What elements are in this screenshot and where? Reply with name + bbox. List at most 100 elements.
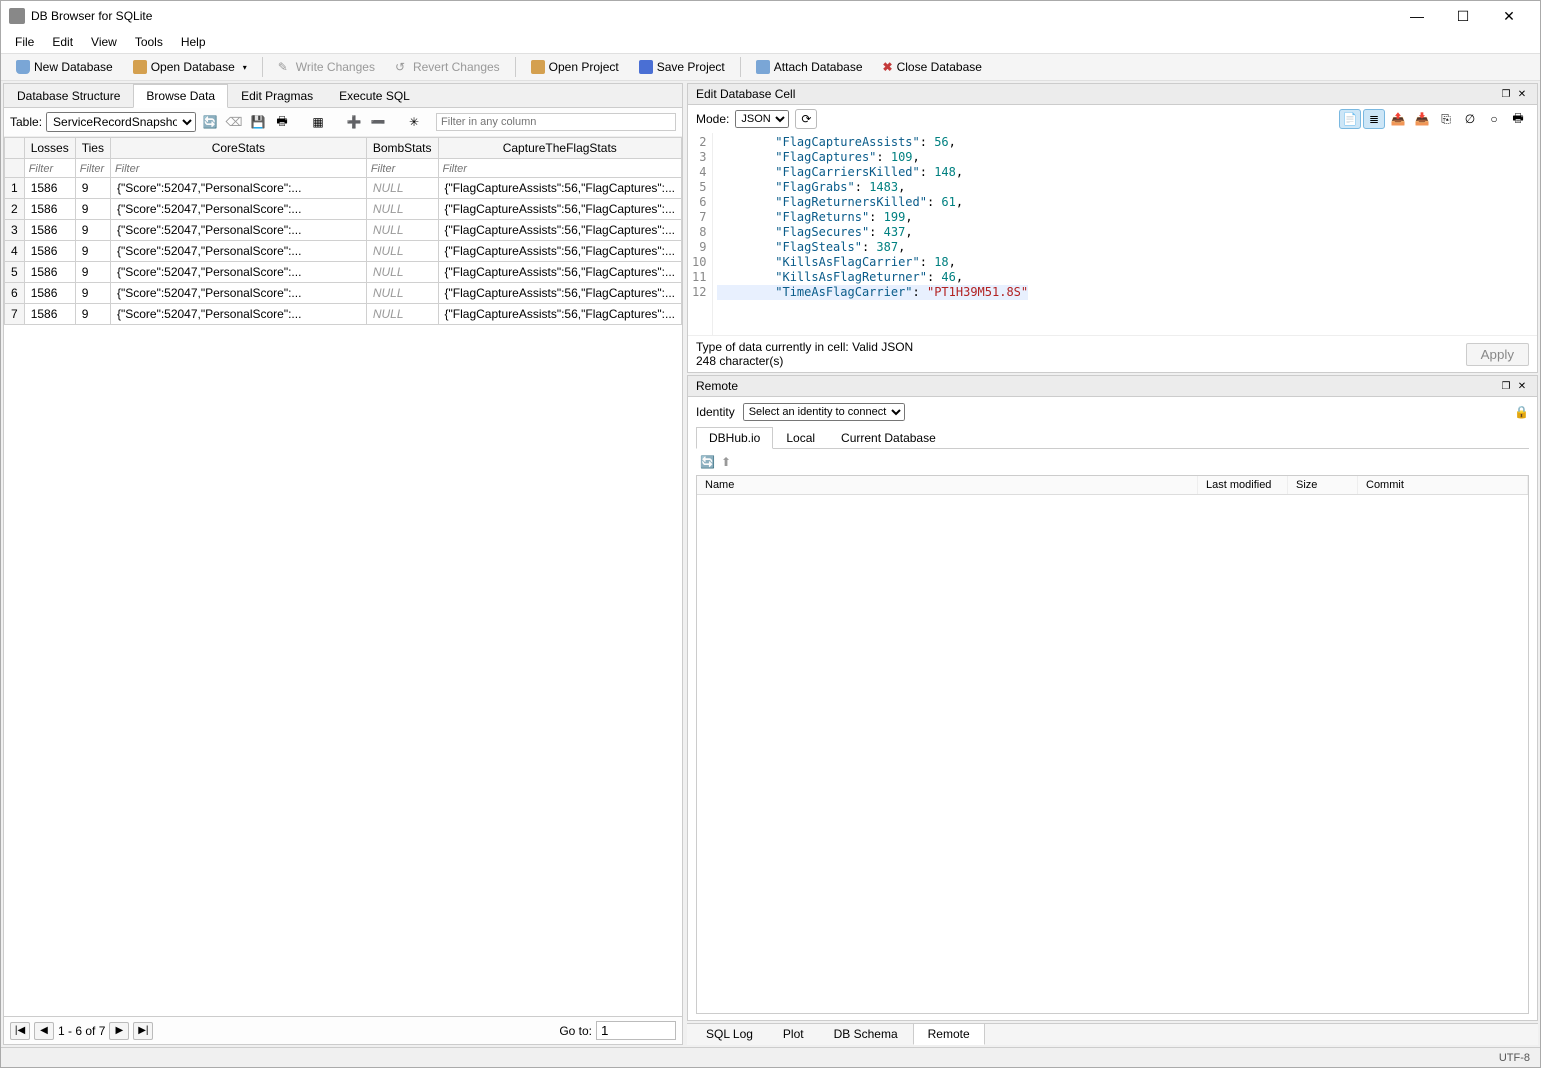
- revert-changes-button[interactable]: ↺Revert Changes: [386, 56, 509, 78]
- table-row[interactable]: 1 1586 9 {"Score":52047,"PersonalScore":…: [5, 178, 682, 199]
- column-display-button[interactable]: ▦: [308, 112, 328, 132]
- col-size[interactable]: Size: [1288, 476, 1358, 494]
- copy-button[interactable]: ⎘: [1435, 109, 1457, 129]
- write-changes-button[interactable]: ✎Write Changes: [269, 56, 384, 78]
- table-row[interactable]: 6 1586 9 {"Score":52047,"PersonalScore":…: [5, 283, 682, 304]
- close-panel-button[interactable]: ✕: [1515, 379, 1529, 393]
- menu-file[interactable]: File: [7, 33, 42, 51]
- mode-select[interactable]: JSON: [735, 110, 789, 128]
- float-panel-button[interactable]: ❐: [1499, 87, 1513, 101]
- certificate-icon[interactable]: 🔒: [1514, 405, 1529, 419]
- delete-record-button[interactable]: ➖: [368, 112, 388, 132]
- folder-open-icon: [133, 60, 147, 74]
- menu-view[interactable]: View: [83, 33, 125, 51]
- clear-filters-button[interactable]: ⌫: [224, 112, 244, 132]
- btab-plot[interactable]: Plot: [768, 1024, 819, 1045]
- titlebar: DB Browser for SQLite — ☐ ✕: [1, 1, 1540, 31]
- close-button[interactable]: ✕: [1486, 1, 1532, 31]
- refresh-button[interactable]: 🔄: [200, 112, 220, 132]
- new-record-button[interactable]: ➕: [344, 112, 364, 132]
- close-icon: ✖: [883, 60, 893, 74]
- import-button[interactable]: 📥: [1411, 109, 1433, 129]
- indent-button[interactable]: ≣: [1363, 109, 1385, 129]
- col-name[interactable]: Name: [697, 476, 1198, 494]
- col-commit[interactable]: Commit: [1358, 476, 1528, 494]
- apply-button[interactable]: Apply: [1466, 343, 1529, 366]
- menu-tools[interactable]: Tools: [127, 33, 171, 51]
- filter-input[interactable]: [80, 163, 106, 175]
- minimize-button[interactable]: —: [1394, 1, 1440, 31]
- menu-help[interactable]: Help: [173, 33, 214, 51]
- refresh-remote-button[interactable]: 🔄: [700, 455, 715, 469]
- col-modified[interactable]: Last modified: [1198, 476, 1288, 494]
- remote-tab-dbhub[interactable]: DBHub.io: [696, 427, 773, 449]
- btab-remote[interactable]: Remote: [913, 1024, 985, 1045]
- identity-select[interactable]: Select an identity to connect: [743, 403, 905, 421]
- chevron-down-icon: ▾: [243, 63, 247, 72]
- table-row[interactable]: 5 1586 9 {"Score":52047,"PersonalScore":…: [5, 262, 682, 283]
- nav-next-button[interactable]: ▶: [109, 1022, 129, 1040]
- remote-list: Name Last modified Size Commit: [696, 475, 1529, 1014]
- pencil-icon: ✎: [278, 60, 292, 74]
- column-header[interactable]: Ties: [75, 138, 110, 159]
- text-view-button[interactable]: 📄: [1339, 109, 1361, 129]
- null-button[interactable]: ∅: [1459, 109, 1481, 129]
- autoformat-button[interactable]: ⟳: [795, 109, 817, 129]
- nav-first-button[interactable]: |◀: [10, 1022, 30, 1040]
- maximize-button[interactable]: ☐: [1440, 1, 1486, 31]
- open-database-button[interactable]: Open Database▾: [124, 56, 256, 78]
- filter-all-input[interactable]: [436, 113, 676, 131]
- table-row[interactable]: 3 1586 9 {"Score":52047,"PersonalScore":…: [5, 220, 682, 241]
- filter-input[interactable]: [443, 163, 677, 175]
- print-cell-button[interactable]: 🖶: [1507, 109, 1529, 129]
- new-database-button[interactable]: New Database: [7, 56, 122, 78]
- table-select[interactable]: ServiceRecordSnapshots: [46, 112, 196, 132]
- column-header[interactable]: Losses: [24, 138, 75, 159]
- undo-icon: ↺: [395, 60, 409, 74]
- filter-input[interactable]: [115, 163, 362, 175]
- btab-sql-log[interactable]: SQL Log: [691, 1024, 768, 1045]
- tab-database-structure[interactable]: Database Structure: [4, 84, 133, 108]
- menubar: File Edit View Tools Help: [1, 31, 1540, 53]
- close-database-button[interactable]: ✖Close Database: [874, 56, 991, 78]
- filter-input[interactable]: [371, 163, 434, 175]
- save-filters-button[interactable]: 💾: [248, 112, 268, 132]
- remote-tab-local[interactable]: Local: [773, 427, 828, 449]
- float-panel-button[interactable]: ❐: [1499, 379, 1513, 393]
- open-project-button[interactable]: Open Project: [522, 56, 628, 78]
- app-icon: [9, 8, 25, 24]
- print-button[interactable]: 🖶: [272, 112, 292, 132]
- identity-label: Identity: [696, 405, 735, 419]
- table-row[interactable]: 2 1586 9 {"Score":52047,"PersonalScore":…: [5, 199, 682, 220]
- statusbar: UTF-8: [1, 1047, 1540, 1067]
- remote-panel: Remote ❐ ✕ Identity Select an identity t…: [687, 375, 1538, 1021]
- tab-edit-pragmas[interactable]: Edit Pragmas: [228, 84, 326, 108]
- filter-input[interactable]: [29, 163, 71, 175]
- column-header[interactable]: CaptureTheFlagStats: [438, 138, 681, 159]
- clear-button[interactable]: ○: [1483, 109, 1505, 129]
- data-table: Losses Ties CoreStats BombStats CaptureT…: [4, 137, 682, 325]
- btab-db-schema[interactable]: DB Schema: [819, 1024, 913, 1045]
- cell-type-status: Type of data currently in cell: Valid JS…: [696, 340, 1466, 354]
- export-button[interactable]: 📤: [1387, 109, 1409, 129]
- push-remote-button[interactable]: ⬆: [721, 455, 731, 469]
- table-row[interactable]: 7 1586 9 {"Score":52047,"PersonalScore":…: [5, 304, 682, 325]
- table-row[interactable]: 4 1586 9 {"Score":52047,"PersonalScore":…: [5, 241, 682, 262]
- database-icon: [16, 60, 30, 74]
- menu-edit[interactable]: Edit: [44, 33, 81, 51]
- close-panel-button[interactable]: ✕: [1515, 87, 1529, 101]
- app-window: DB Browser for SQLite — ☐ ✕ File Edit Vi…: [0, 0, 1541, 1068]
- json-editor[interactable]: 23456789101112 "FlagCaptureAssists": 56,…: [688, 133, 1537, 335]
- main-toolbar: New Database Open Database▾ ✎Write Chang…: [1, 53, 1540, 81]
- remote-tab-current[interactable]: Current Database: [828, 427, 949, 449]
- insert-values-button[interactable]: ✳: [404, 112, 424, 132]
- save-project-button[interactable]: Save Project: [630, 56, 734, 78]
- attach-database-button[interactable]: Attach Database: [747, 56, 872, 78]
- nav-prev-button[interactable]: ◀: [34, 1022, 54, 1040]
- tab-execute-sql[interactable]: Execute SQL: [326, 84, 423, 108]
- column-header[interactable]: CoreStats: [110, 138, 366, 159]
- nav-last-button[interactable]: ▶|: [133, 1022, 153, 1040]
- tab-browse-data[interactable]: Browse Data: [133, 84, 228, 108]
- goto-input[interactable]: [596, 1021, 676, 1040]
- column-header[interactable]: BombStats: [366, 138, 438, 159]
